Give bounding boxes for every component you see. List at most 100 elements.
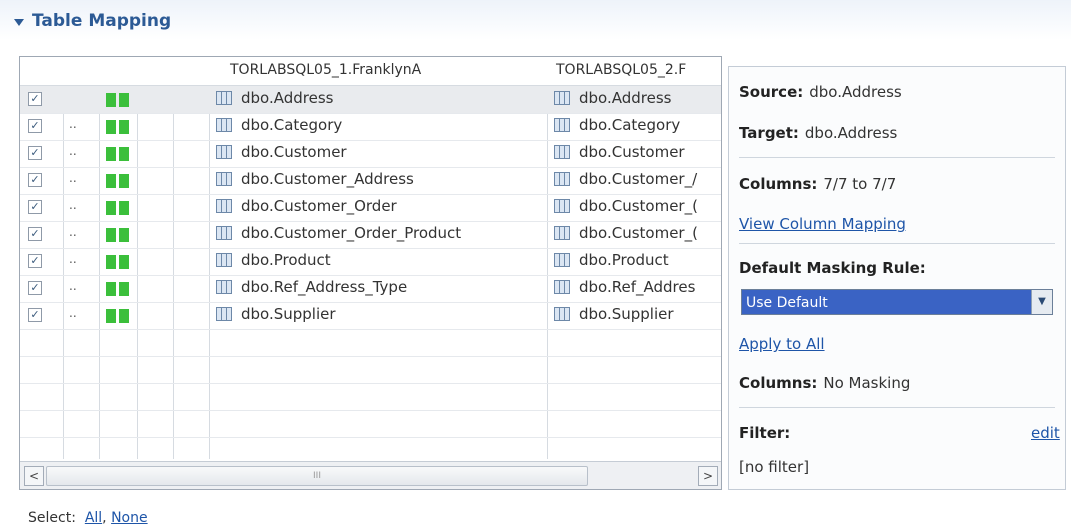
row-marker: ..	[69, 279, 77, 293]
mapping-status-icon	[106, 147, 130, 161]
table-icon	[554, 118, 570, 132]
target-table-cell: dbo.Supplier	[554, 305, 674, 323]
mapping-status-icon	[106, 93, 130, 107]
table-icon	[216, 145, 232, 159]
apply-to-all-link[interactable]: Apply to All	[739, 335, 825, 353]
source-table-cell: dbo.Customer_Order	[216, 197, 397, 215]
table-icon	[216, 118, 232, 132]
source-table-cell: dbo.Customer	[216, 143, 347, 161]
separator	[739, 157, 1055, 158]
source-table-name: dbo.Category	[241, 116, 343, 134]
table-icon	[216, 307, 232, 321]
filter-edit-link[interactable]: edit	[1031, 424, 1060, 442]
table-row[interactable]: ✓.. dbo.Customer_Order dbo.Customer_(	[20, 194, 721, 222]
row-marker: ..	[69, 252, 77, 266]
masking-rule-label: Default Masking Rule:	[739, 259, 932, 277]
filter-label: Filter:	[739, 424, 791, 442]
row-checkbox[interactable]: ✓	[28, 173, 42, 187]
table-icon	[216, 172, 232, 186]
mapping-status-icon	[106, 309, 130, 323]
mapping-status-icon	[106, 201, 130, 215]
masking-rule-label-text: Default Masking Rule:	[739, 259, 926, 277]
columns-value: 7/7 to 7/7	[823, 175, 897, 193]
row-checkbox[interactable]: ✓	[28, 227, 42, 241]
table-mapping-section-toggle[interactable]: Table Mapping	[14, 9, 171, 33]
target-table-name: dbo.Supplier	[579, 305, 674, 323]
source-table-cell: dbo.Customer_Address	[216, 170, 414, 188]
table-icon	[554, 253, 570, 267]
table-icon	[216, 280, 232, 294]
table-row[interactable]: ✓ dbo.Address dbo.Address	[20, 86, 721, 114]
target-table-name: dbo.Customer	[579, 143, 685, 161]
select-label: Select:	[28, 510, 76, 526]
separator	[739, 407, 1055, 408]
masking-columns-value: No Masking	[823, 374, 911, 392]
target-table-name: dbo.Customer_/	[579, 170, 698, 188]
row-checkbox[interactable]: ✓	[28, 308, 42, 322]
table-icon	[216, 253, 232, 267]
empty-table-row	[20, 383, 721, 411]
row-checkbox[interactable]: ✓	[28, 200, 42, 214]
source-table-cell: dbo.Customer_Order_Product	[216, 224, 461, 242]
row-marker: ..	[69, 144, 77, 158]
scroll-left-button[interactable]: <	[24, 466, 44, 486]
row-marker: ..	[69, 198, 77, 212]
row-marker: ..	[69, 225, 77, 239]
source-table-name: dbo.Customer	[241, 143, 347, 161]
source-table-cell: dbo.Category	[216, 116, 342, 134]
row-checkbox[interactable]: ✓	[28, 92, 42, 106]
table-row[interactable]: ✓.. dbo.Category dbo.Category	[20, 113, 721, 141]
row-checkbox[interactable]: ✓	[28, 119, 42, 133]
source-table-name: dbo.Address	[241, 89, 334, 107]
table-row[interactable]: ✓.. dbo.Customer_Order_Product dbo.Custome…	[20, 221, 721, 249]
masking-columns-label: Columns:	[739, 374, 818, 392]
select-footer: Select: All, None	[28, 510, 148, 526]
target-table-name: dbo.Address	[579, 89, 672, 107]
target-table-cell: dbo.Ref_Addres	[554, 278, 695, 296]
source-table-name: dbo.Customer_Address	[241, 170, 414, 188]
row-marker: ..	[69, 171, 77, 185]
separator	[739, 243, 1055, 244]
mapping-status-icon	[106, 174, 130, 188]
target-table-name: dbo.Ref_Addres	[579, 278, 696, 296]
empty-table-row	[20, 410, 721, 438]
view-column-mapping-link[interactable]: View Column Mapping	[739, 215, 906, 233]
collapse-triangle-icon[interactable]	[14, 18, 24, 26]
target-table-name: dbo.Category	[579, 116, 681, 134]
target-table-cell: dbo.Customer_(	[554, 197, 698, 215]
row-checkbox[interactable]: ✓	[28, 146, 42, 160]
table-row[interactable]: ✓.. dbo.Supplier dbo.Supplier	[20, 302, 721, 330]
table-icon	[554, 280, 570, 294]
table-row[interactable]: ✓.. dbo.Customer_Address dbo.Customer_/	[20, 167, 721, 195]
table-icon	[216, 226, 232, 240]
chevron-down-icon[interactable]: ▼	[1031, 290, 1052, 314]
source-table-name: dbo.Customer_Order_Product	[241, 224, 462, 242]
row-checkbox[interactable]: ✓	[28, 254, 42, 268]
source-table-name: dbo.Supplier	[241, 305, 336, 323]
horizontal-scrollbar[interactable]: < III >	[20, 461, 721, 489]
table-icon	[554, 91, 570, 105]
target-column-header[interactable]: TORLABSQL05_2.F	[556, 62, 686, 78]
table-row[interactable]: ✓.. dbo.Customer dbo.Customer	[20, 140, 721, 168]
table-row[interactable]: ✓.. dbo.Ref_Address_Type dbo.Ref_Addres	[20, 275, 721, 303]
table-icon	[554, 145, 570, 159]
masking-rule-select[interactable]: Use Default ▼	[741, 289, 1053, 315]
scroll-right-button[interactable]: >	[698, 466, 718, 486]
select-none-link[interactable]: None	[111, 510, 148, 526]
target-line: Target: dbo.Address	[739, 124, 897, 142]
source-line: Source: dbo.Address	[739, 83, 902, 101]
source-table-cell: dbo.Product	[216, 251, 331, 269]
target-table-name: dbo.Customer_(	[579, 224, 698, 242]
scroll-thumb[interactable]: III	[46, 466, 588, 486]
mapping-status-icon	[106, 282, 130, 296]
row-checkbox[interactable]: ✓	[28, 281, 42, 295]
table-mapping-grid[interactable]: TORLABSQL05_1.FranklynA TORLABSQL05_2.F …	[19, 56, 722, 490]
table-icon	[216, 199, 232, 213]
table-row[interactable]: ✓.. dbo.Product dbo.Product	[20, 248, 721, 276]
row-marker: ..	[69, 117, 77, 131]
source-value: dbo.Address	[809, 83, 902, 101]
target-table-name: dbo.Customer_(	[579, 197, 698, 215]
source-column-header[interactable]: TORLABSQL05_1.FranklynA	[230, 62, 421, 78]
target-table-cell: dbo.Category	[554, 116, 680, 134]
select-all-link[interactable]: All	[85, 510, 102, 526]
